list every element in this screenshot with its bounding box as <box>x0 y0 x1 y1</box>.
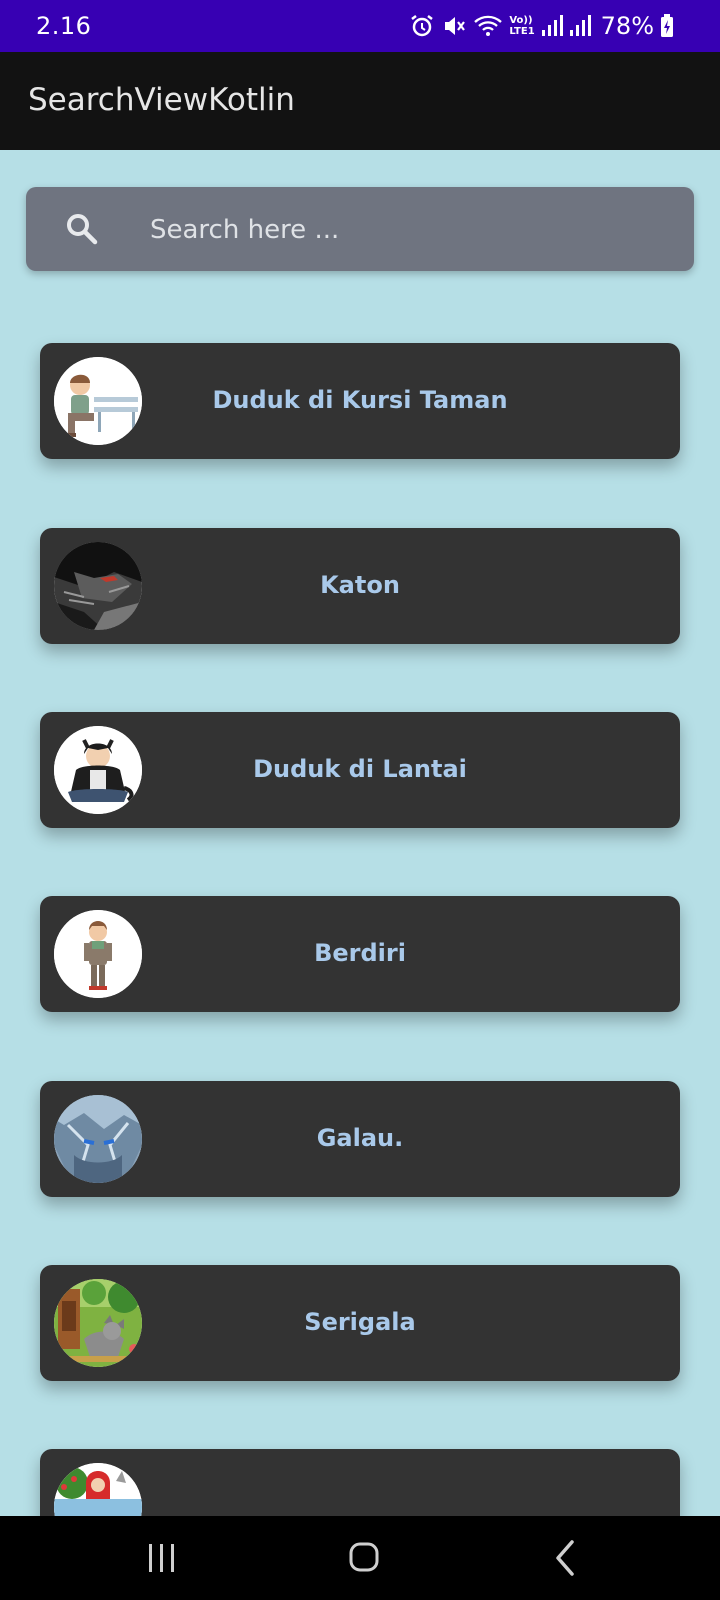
list-item-title: Berdiri <box>314 939 406 967</box>
mute-icon <box>441 13 467 39</box>
list-item[interactable]: Berdiri <box>40 896 680 1012</box>
app-title: SearchViewKotlin <box>28 82 295 118</box>
red-riding-hood-image <box>54 1463 142 1516</box>
navigation-bar <box>0 1516 720 1600</box>
search-bar[interactable] <box>26 187 694 271</box>
home-icon[interactable] <box>334 1536 394 1580</box>
wifi-icon <box>473 13 503 39</box>
list-item-title: Duduk di Kursi Taman <box>212 386 508 414</box>
list-item[interactable] <box>40 1449 680 1516</box>
list-item-title: Galau. <box>316 1124 404 1152</box>
list-item[interactable]: Galau. <box>40 1081 680 1197</box>
battery-charging-icon <box>660 14 674 38</box>
volte-label-bottom: LTE1 <box>509 26 535 37</box>
list-item-title: Katon <box>320 571 400 599</box>
list-item-title: Duduk di Lantai <box>253 755 467 783</box>
battery-percent: 78% <box>600 12 654 40</box>
list-item-title: Serigala <box>304 1308 416 1336</box>
list-item[interactable]: Serigala <box>40 1265 680 1381</box>
status-icons: Vo)) LTE1 78% <box>409 10 674 42</box>
list-item[interactable]: Duduk di Lantai <box>40 712 680 828</box>
search-input[interactable] <box>148 205 672 255</box>
app-bar: SearchViewKotlin <box>0 52 720 150</box>
recents-icon[interactable] <box>132 1536 192 1580</box>
list-item[interactable]: Katon <box>40 528 680 644</box>
status-bar: 2.16 Vo)) LTE1 78% <box>0 0 720 52</box>
back-icon[interactable] <box>536 1536 596 1580</box>
signal-icon <box>541 14 563 38</box>
volte-icon: Vo)) LTE1 <box>509 15 534 37</box>
alarm-icon <box>409 13 435 39</box>
status-time: 2.16 <box>36 12 92 40</box>
content-area[interactable]: Duduk di Kursi Taman Katon <box>0 150 720 1516</box>
volte-label-top: Vo)) <box>509 15 533 26</box>
list-item[interactable]: Duduk di Kursi Taman <box>40 343 680 459</box>
search-icon[interactable] <box>64 211 100 247</box>
signal-icon <box>569 14 591 38</box>
